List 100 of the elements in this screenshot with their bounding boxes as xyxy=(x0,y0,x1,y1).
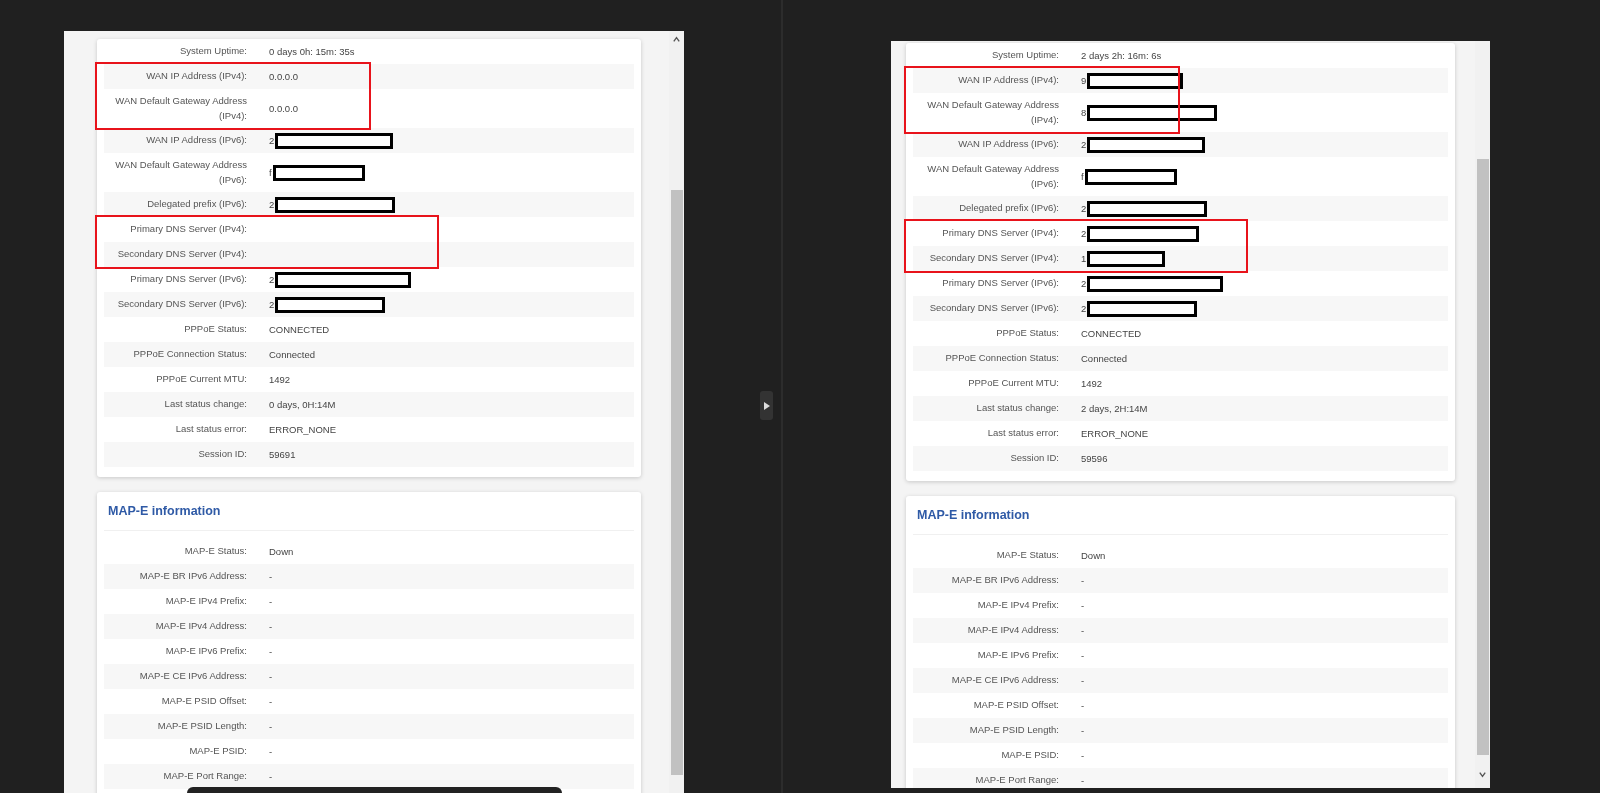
field-label: WAN IP Address (IPv4): xyxy=(957,73,1059,88)
scroll-up-icon[interactable] xyxy=(672,35,681,44)
field-value: - xyxy=(269,621,273,632)
field-value: 9 xyxy=(1081,75,1087,86)
field-label: System Uptime: xyxy=(178,44,247,59)
field-label: Session ID: xyxy=(1009,451,1059,466)
field-label: MAP-E PSID Offset: xyxy=(160,694,247,709)
play-button[interactable] xyxy=(760,391,773,420)
field-value: - xyxy=(269,696,273,707)
field-value: - xyxy=(269,746,273,757)
field-label: PPPoE Status: xyxy=(183,322,247,337)
field-label: Last status change: xyxy=(975,401,1059,416)
field-label: MAP-E PSID Offset: xyxy=(972,698,1059,713)
field-label: Last status error: xyxy=(986,426,1059,441)
field-value: CONNECTED xyxy=(269,324,330,335)
field-label: System Uptime: xyxy=(990,48,1059,63)
field-value: Down xyxy=(1081,550,1106,561)
card-title: MAP-E information xyxy=(913,496,1448,535)
field-label: Primary DNS Server (IPv4): xyxy=(941,226,1059,241)
play-icon xyxy=(763,401,770,410)
field-value: 2 xyxy=(269,199,275,210)
field-value: 0 days 0h: 15m: 35s xyxy=(269,46,355,57)
field-value: - xyxy=(1081,775,1085,786)
field-value: 2 xyxy=(1081,203,1087,214)
field-value: - xyxy=(1081,575,1085,586)
field-value: - xyxy=(269,771,273,782)
field-value: Connected xyxy=(1081,353,1127,364)
field-label: Secondary DNS Server (IPv6): xyxy=(928,301,1059,316)
field-label: Delegated prefix (IPv6): xyxy=(146,197,247,212)
field-value: - xyxy=(1081,675,1085,686)
field-value: - xyxy=(269,571,273,582)
field-label: MAP-E BR IPv6 Address: xyxy=(138,569,247,584)
field-label: MAP-E PSID Length: xyxy=(156,719,247,734)
field-value: 2 xyxy=(269,299,275,310)
field-label: WAN IP Address (IPv4): xyxy=(145,69,247,84)
field-value: ERROR_NONE xyxy=(269,424,337,435)
field-value: - xyxy=(1081,700,1085,711)
field-label: MAP-E IPv4 Prefix: xyxy=(976,598,1059,613)
field-label: Primary DNS Server (IPv6): xyxy=(129,272,247,287)
field-label: MAP-E Status: xyxy=(183,544,247,559)
field-value: 0.0.0.0 xyxy=(269,103,299,114)
field-value: 59596 xyxy=(1081,453,1108,464)
field-label: PPPoE Connection Status: xyxy=(132,347,247,362)
field-label: MAP-E CE IPv6 Address: xyxy=(138,669,247,684)
field-label: WAN Default Gateway Address (IPv6): xyxy=(926,162,1059,191)
field-value: 8 xyxy=(1081,107,1087,118)
field-label: MAP-E BR IPv6 Address: xyxy=(950,573,1059,588)
field-label: Secondary DNS Server (IPv4): xyxy=(116,247,247,262)
field-label: Secondary DNS Server (IPv6): xyxy=(116,297,247,312)
field-value: 2 xyxy=(269,274,275,285)
field-value: - xyxy=(269,646,273,657)
field-label: Primary DNS Server (IPv6): xyxy=(941,276,1059,291)
field-label: MAP-E IPv4 Address: xyxy=(154,619,247,634)
field-label: Last status change: xyxy=(163,397,247,412)
field-value: 1492 xyxy=(269,374,291,385)
field-value: f xyxy=(269,167,272,178)
scroll-down-icon[interactable] xyxy=(1478,770,1487,779)
field-value: 1 xyxy=(1081,253,1087,264)
field-value: - xyxy=(1081,600,1085,611)
field-value: ERROR_NONE xyxy=(1081,428,1149,439)
field-label: MAP-E Status: xyxy=(995,548,1059,563)
field-value: 2 xyxy=(1081,278,1087,289)
field-value: 2 days 2h: 16m: 6s xyxy=(1081,50,1162,61)
field-value: - xyxy=(1081,650,1085,661)
field-value: 0 days, 0H:14M xyxy=(269,399,336,410)
field-label: MAP-E Port Range: xyxy=(162,769,247,784)
card-title: MAP-E information xyxy=(104,492,634,531)
field-value: 2 xyxy=(1081,139,1087,150)
field-value: - xyxy=(269,721,273,732)
field-label: WAN Default Gateway Address (IPv4): xyxy=(926,98,1059,127)
field-label: MAP-E IPv6 Prefix: xyxy=(976,648,1059,663)
field-label: MAP-E IPv4 Prefix: xyxy=(164,594,247,609)
field-label: PPPoE Connection Status: xyxy=(944,351,1059,366)
field-value: 0.0.0.0 xyxy=(269,71,299,82)
field-label: PPPoE Status: xyxy=(995,326,1059,341)
field-label: WAN IP Address (IPv6): xyxy=(957,137,1059,152)
field-value: 2 days, 2H:14M xyxy=(1081,403,1148,414)
field-label: MAP-E IPv4 Address: xyxy=(966,623,1059,638)
field-label: MAP-E PSID: xyxy=(188,744,247,759)
field-value: 2 xyxy=(269,135,275,146)
field-value: - xyxy=(1081,725,1085,736)
field-label: MAP-E IPv6 Prefix: xyxy=(164,644,247,659)
field-value: 59691 xyxy=(269,449,296,460)
field-label: WAN IP Address (IPv6): xyxy=(145,133,247,148)
field-label: MAP-E PSID: xyxy=(1000,748,1059,763)
field-label: MAP-E CE IPv6 Address: xyxy=(950,673,1059,688)
field-label: WAN Default Gateway Address (IPv6): xyxy=(114,158,247,187)
field-label: Primary DNS Server (IPv4): xyxy=(129,222,247,237)
field-label: PPPoE Current MTU: xyxy=(967,376,1059,391)
field-value: 2 xyxy=(1081,303,1087,314)
field-label: Secondary DNS Server (IPv4): xyxy=(928,251,1059,266)
field-value: 2 xyxy=(1081,228,1087,239)
field-value: - xyxy=(1081,750,1085,761)
field-value: - xyxy=(1081,625,1085,636)
field-label: Session ID: xyxy=(197,447,247,462)
field-label: MAP-E PSID Length: xyxy=(968,723,1059,738)
field-label: Last status error: xyxy=(174,422,247,437)
field-value: f xyxy=(1081,171,1084,182)
field-label: WAN Default Gateway Address (IPv4): xyxy=(114,94,247,123)
field-value: CONNECTED xyxy=(1081,328,1142,339)
